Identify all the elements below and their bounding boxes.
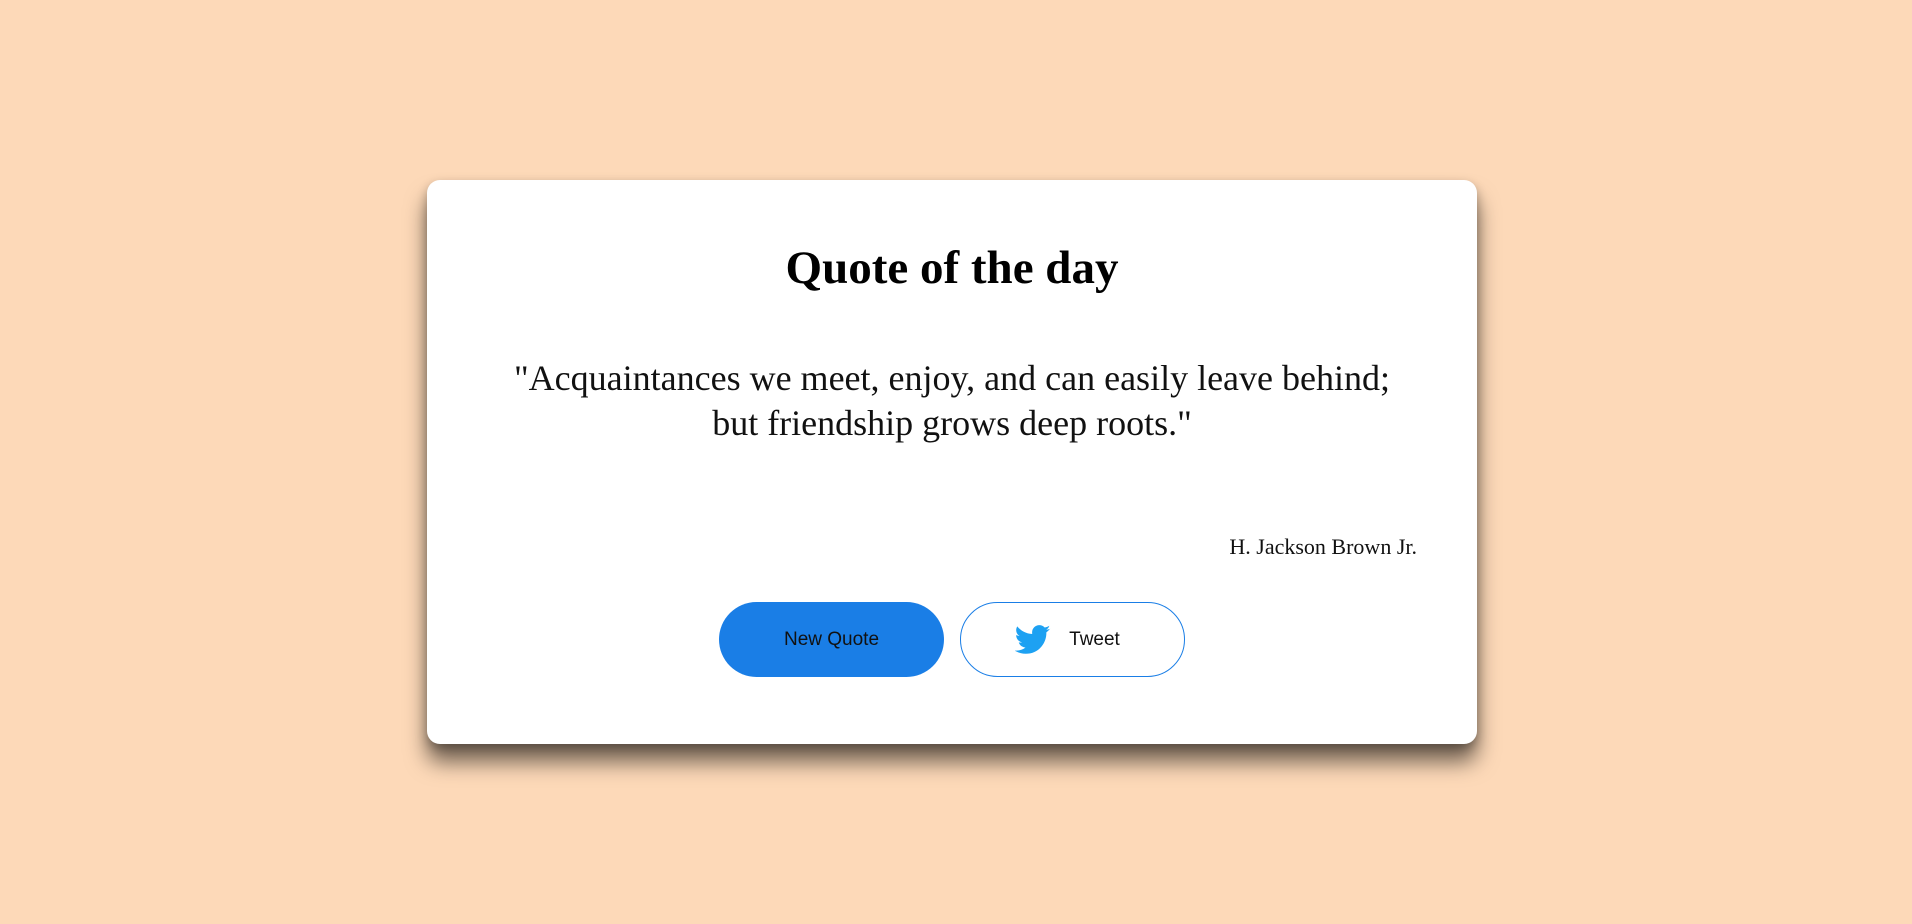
new-quote-label: New Quote	[783, 628, 880, 650]
quote-card: Quote of the day "Acquaintances we meet,…	[427, 180, 1477, 744]
quote-text: "Acquaintances we meet, enjoy, and can e…	[513, 358, 1390, 443]
button-row: New Quote Tweet	[427, 602, 1477, 677]
tweet-label: Tweet	[1069, 628, 1120, 650]
page-title: Quote of the day	[785, 242, 1119, 294]
new-quote-button[interactable]: New Quote	[719, 602, 944, 677]
tweet-button[interactable]: Tweet	[960, 602, 1185, 677]
quote-author: H. Jackson Brown Jr.	[1229, 534, 1417, 559]
twitter-bird-icon	[1015, 624, 1051, 655]
